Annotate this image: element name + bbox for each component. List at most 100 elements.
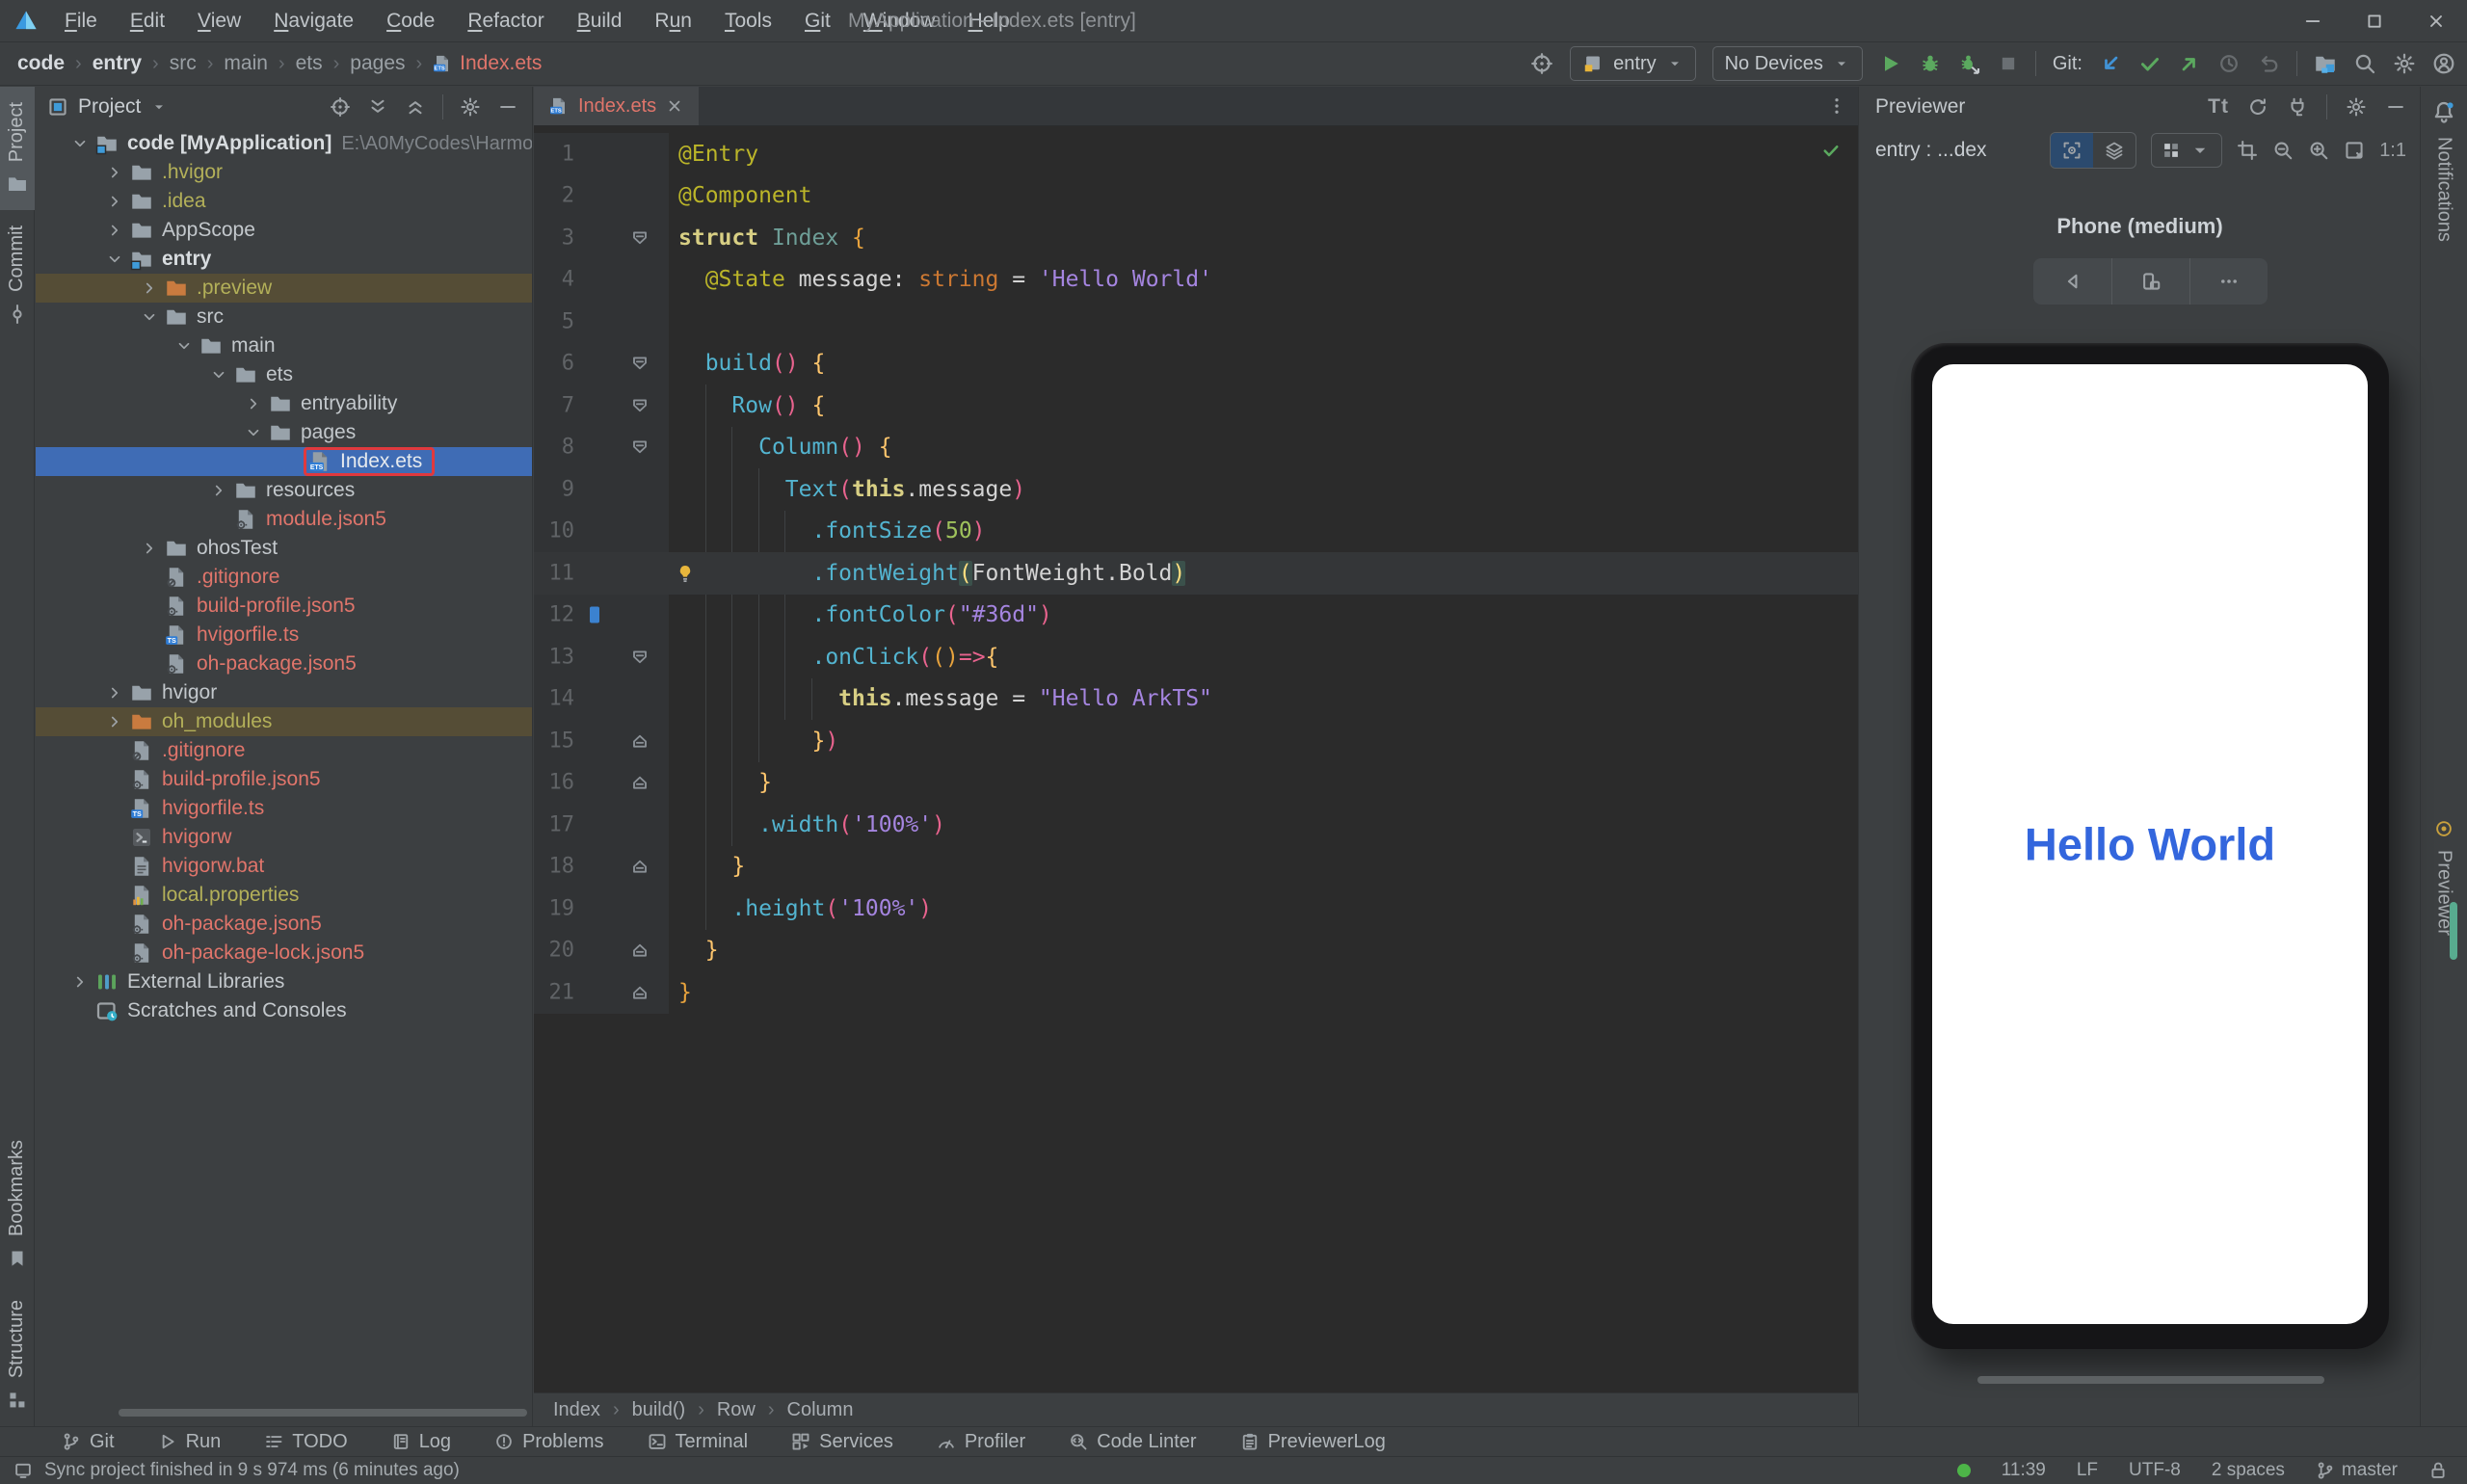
tree-item-oh-package-lock-json5[interactable]: oh-package-lock.json5 xyxy=(36,939,532,967)
tree-item-src[interactable]: src xyxy=(36,303,532,331)
editor-breadcrumb-index[interactable]: Index xyxy=(553,1399,600,1421)
code-line-16[interactable]: 16 } xyxy=(534,762,1858,805)
panel-settings-icon[interactable] xyxy=(460,96,481,118)
tree-item-hvigorw-bat[interactable]: hvigorw.bat xyxy=(36,852,532,881)
tool-window-previewerlog[interactable]: PreviewerLog xyxy=(1240,1431,1386,1453)
previewer-settings-icon[interactable] xyxy=(2346,96,2367,118)
close-tab-icon[interactable] xyxy=(666,97,683,115)
expand-all-icon[interactable] xyxy=(367,96,388,118)
tree-item--gitignore[interactable]: .gitignore xyxy=(36,736,532,765)
breadcrumb-ets[interactable]: ets xyxy=(296,52,323,75)
tree-item-appscope[interactable]: AppScope xyxy=(36,216,532,245)
chevron-down-icon[interactable] xyxy=(150,98,168,116)
code-line-21[interactable]: 21} xyxy=(534,971,1858,1014)
tool-window-run[interactable]: Run xyxy=(158,1431,222,1453)
chevron-down-icon[interactable] xyxy=(175,337,193,355)
git-commit-button[interactable] xyxy=(2138,52,2162,75)
settings-icon[interactable] xyxy=(2393,52,2416,75)
breadcrumb-code[interactable]: code xyxy=(17,52,65,75)
tree-item-oh-package-json5[interactable]: oh-package.json5 xyxy=(36,649,532,678)
breadcrumb-pages[interactable]: pages xyxy=(350,52,405,75)
code-line-4[interactable]: 4 @State message: string = 'Hello World' xyxy=(534,259,1858,302)
tree-item-hvigorfile-ts[interactable]: TShvigorfile.ts xyxy=(36,794,532,823)
chevron-down-icon[interactable] xyxy=(106,251,123,268)
breadcrumb-file[interactable]: ETSIndex.ets xyxy=(433,52,542,75)
tool-window-problems[interactable]: Problems xyxy=(494,1431,603,1453)
code-editor[interactable]: 1@Entry2@Component3struct Index {4 @Stat… xyxy=(534,127,1858,1392)
frame-icon[interactable] xyxy=(2237,140,2258,161)
tool-window-log[interactable]: Log xyxy=(391,1431,451,1453)
tree-item-hvigorfile-ts[interactable]: TShvigorfile.ts xyxy=(36,621,532,649)
scroll-indicator[interactable] xyxy=(2450,902,2457,960)
minimize-button[interactable] xyxy=(2282,0,2344,41)
fold-open-icon[interactable] xyxy=(630,648,650,667)
rotate-back-button[interactable] xyxy=(2033,258,2111,305)
device-selector[interactable]: No Devices xyxy=(1712,46,1863,81)
tree-item-entryability[interactable]: entryability xyxy=(36,389,532,418)
code-line-18[interactable]: 18 } xyxy=(534,846,1858,888)
tree-item-scratches-and-consoles[interactable]: Scratches and Consoles xyxy=(36,996,532,1025)
tool-window-code-linter[interactable]: Code Linter xyxy=(1069,1431,1196,1453)
collapse-all-icon[interactable] xyxy=(405,96,426,118)
refresh-icon[interactable] xyxy=(2247,96,2268,118)
intention-bulb-icon[interactable] xyxy=(675,563,696,584)
breadcrumb-main[interactable]: main xyxy=(224,52,268,75)
code-line-5[interactable]: 5 xyxy=(534,301,1858,343)
code-line-9[interactable]: 9 Text(this.message) xyxy=(534,468,1858,511)
tab-options-icon[interactable] xyxy=(1827,96,1846,116)
fold-close-icon[interactable] xyxy=(630,731,650,751)
tool-window-services[interactable]: Services xyxy=(791,1431,893,1453)
tree-item-hvigor[interactable]: hvigor xyxy=(36,678,532,707)
chevron-right-icon[interactable] xyxy=(106,684,123,702)
layout-grid-selector[interactable] xyxy=(2151,133,2222,168)
editor-tab-index-ets[interactable]: ETS Index.ets xyxy=(534,87,699,125)
menu-refactor[interactable]: Refactor xyxy=(451,0,560,42)
chevron-right-icon[interactable] xyxy=(106,164,123,181)
tree-item-hvigorw[interactable]: hvigorw xyxy=(36,823,532,852)
git-branch-widget[interactable]: master xyxy=(2316,1460,2398,1481)
unlock-icon[interactable] xyxy=(2428,1461,2448,1480)
fold-open-icon[interactable] xyxy=(630,228,650,248)
editor-breadcrumb-row[interactable]: Row xyxy=(717,1399,756,1421)
code-line-20[interactable]: 20 } xyxy=(534,930,1858,972)
git-push-button[interactable] xyxy=(2178,52,2201,75)
code-line-2[interactable]: 2@Component xyxy=(534,175,1858,218)
profile-icon[interactable] xyxy=(2432,52,2455,75)
orientation-button[interactable] xyxy=(2111,258,2189,305)
sidebar-item-structure[interactable]: Structure xyxy=(0,1285,35,1426)
indent-widget[interactable]: 2 spaces xyxy=(2212,1460,2285,1481)
close-button[interactable] xyxy=(2405,0,2467,41)
maximize-button[interactable] xyxy=(2344,0,2405,41)
phone-screen[interactable]: Hello World xyxy=(1932,364,2368,1324)
breadcrumb-src[interactable]: src xyxy=(170,52,197,75)
editor-breadcrumb-build[interactable]: build() xyxy=(632,1399,686,1421)
fold-close-icon[interactable] xyxy=(630,983,650,1002)
zoom-in-icon[interactable] xyxy=(2308,140,2329,161)
menu-view[interactable]: View xyxy=(181,0,257,42)
sidebar-item-bookmarks[interactable]: Bookmarks xyxy=(0,1125,35,1285)
menu-code[interactable]: Code xyxy=(370,0,451,42)
menu-tools[interactable]: Tools xyxy=(708,0,788,42)
tool-window-terminal[interactable]: Terminal xyxy=(648,1431,749,1453)
previewer-stripe-icon[interactable] xyxy=(2434,819,2454,838)
code-line-15[interactable]: 15 }) xyxy=(534,720,1858,762)
chevron-right-icon[interactable] xyxy=(106,222,123,239)
run-config-selector[interactable]: entry xyxy=(1570,46,1695,81)
code-line-13[interactable]: 13 .onClick(()=>{ xyxy=(534,636,1858,678)
code-line-7[interactable]: 7 Row() { xyxy=(534,384,1858,427)
zoom-out-icon[interactable] xyxy=(2272,140,2294,161)
tool-window-profiler[interactable]: Profiler xyxy=(937,1431,1025,1453)
tree-item-index-ets[interactable]: ETSIndex.ets xyxy=(36,447,532,476)
encoding-widget[interactable]: UTF-8 xyxy=(2129,1460,2181,1481)
code-line-11[interactable]: 11 .fontWeight(FontWeight.Bold) xyxy=(534,552,1858,595)
project-panel-title[interactable]: Project xyxy=(78,95,141,119)
tree-item-oh-package-json5[interactable]: oh-package.json5 xyxy=(36,910,532,939)
ratio-label[interactable]: 1:1 xyxy=(2379,140,2406,162)
git-update-button[interactable] xyxy=(2099,52,2122,75)
chevron-right-icon[interactable] xyxy=(210,482,227,499)
chevron-right-icon[interactable] xyxy=(141,279,158,297)
menu-file[interactable]: File xyxy=(48,0,114,42)
code-line-1[interactable]: 1@Entry xyxy=(534,133,1858,175)
chevron-right-icon[interactable] xyxy=(106,713,123,730)
chevron-down-icon[interactable] xyxy=(210,366,227,384)
